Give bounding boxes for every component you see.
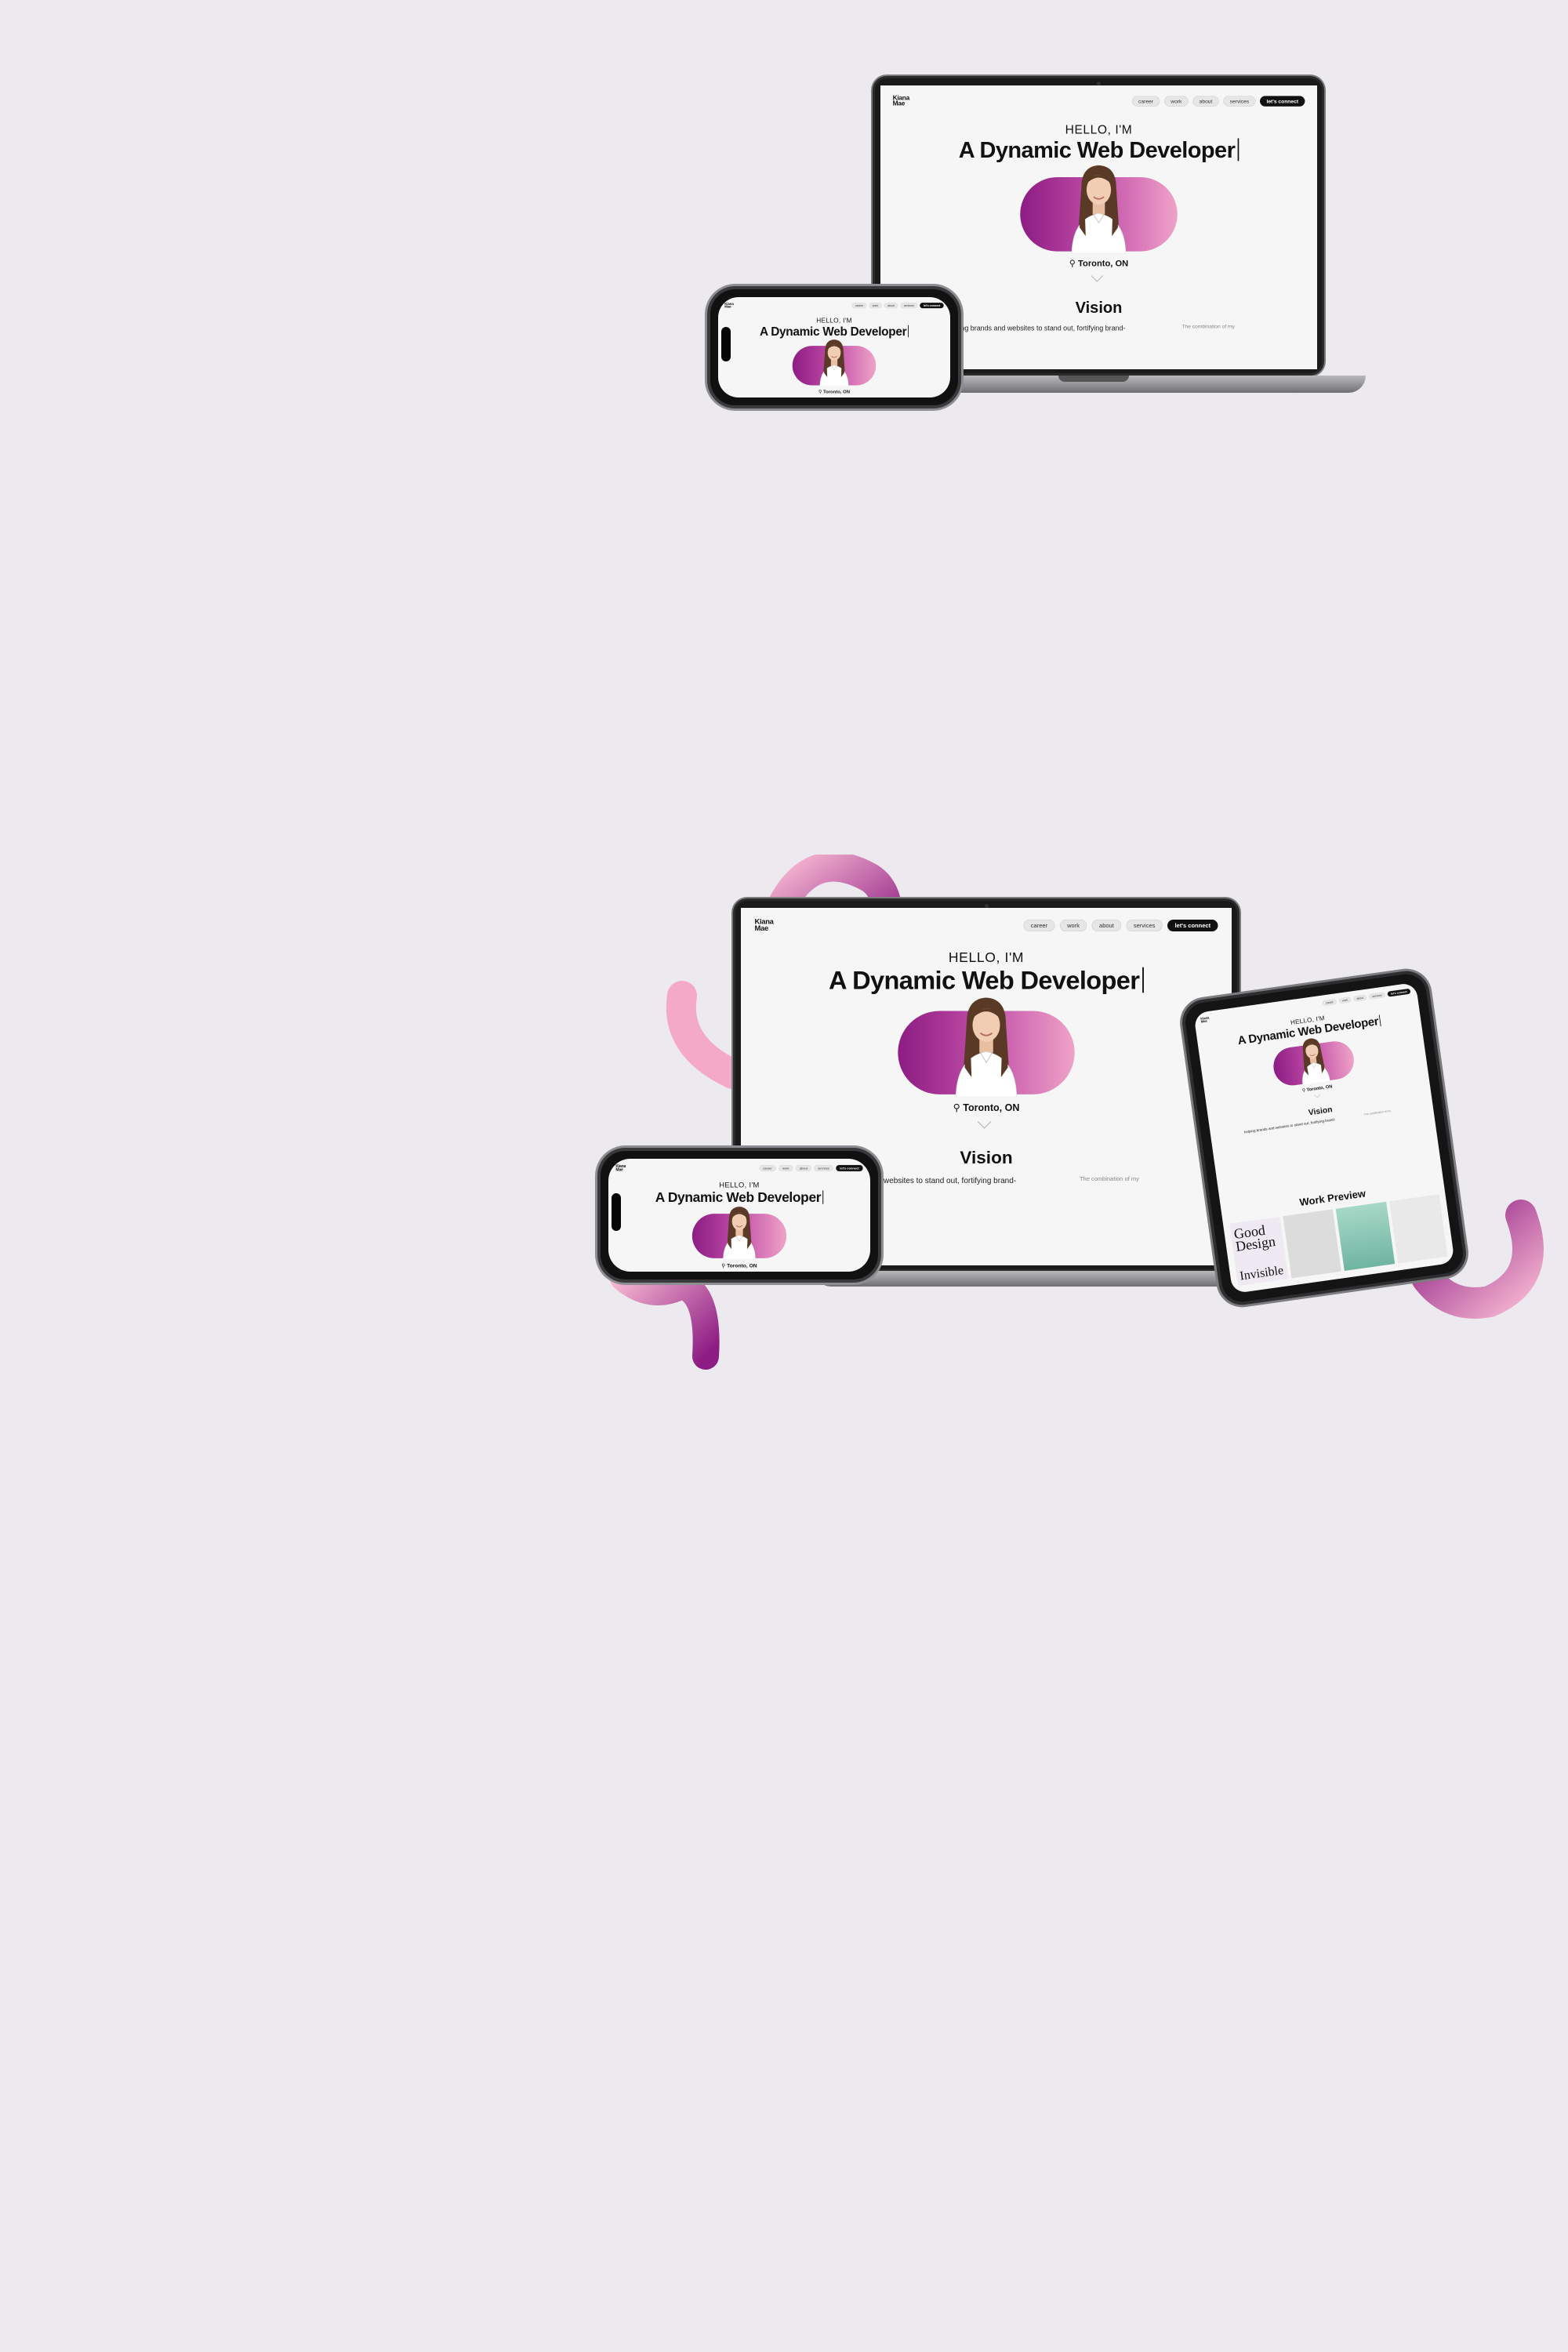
- site-logo[interactable]: Kiana Mae: [755, 918, 774, 932]
- typing-caret: [1378, 1014, 1381, 1027]
- hero-headline: A Dynamic Web Developer: [608, 1189, 870, 1205]
- location-label: ⚲ Toronto, ON: [953, 1102, 1020, 1114]
- lets-connect-button[interactable]: let's connect: [1260, 96, 1305, 107]
- location-label: ⚲ Toronto, ON: [721, 1262, 757, 1269]
- phone-dynamic-island: [612, 1193, 621, 1231]
- nav-services[interactable]: services: [900, 303, 918, 309]
- mockup-group-top: Kiana Mae career work about services let…: [0, 0, 1568, 470]
- nav-career[interactable]: career: [1322, 998, 1338, 1007]
- phone-dynamic-island: [721, 327, 731, 361]
- site-nav: career work about services let's connect: [1131, 96, 1305, 107]
- chevron-down-icon[interactable]: [977, 1115, 992, 1129]
- chevron-down-icon[interactable]: [829, 394, 837, 397]
- greeting: HELLO, I'M: [948, 949, 1025, 965]
- site-nav: career work about services let's connect: [1023, 920, 1218, 932]
- nav-career[interactable]: career: [1131, 96, 1160, 107]
- site-nav: career work about services let's connect: [759, 1165, 863, 1172]
- laptop-notch: [1058, 376, 1129, 382]
- hero-headline: A Dynamic Web Developer: [741, 966, 1232, 996]
- decorative-swoosh-left: [666, 981, 745, 1089]
- nav-services[interactable]: services: [1126, 920, 1163, 932]
- nav-services[interactable]: services: [814, 1165, 833, 1172]
- nav-career[interactable]: career: [1023, 920, 1055, 932]
- lets-connect-button[interactable]: let's connect: [1387, 988, 1411, 997]
- map-pin-icon: ⚲: [1069, 259, 1079, 269]
- hero-headline: A Dynamic Web Developer: [759, 325, 909, 339]
- portrait-image: [819, 339, 849, 387]
- website-page: Kiana Mae career work about services let…: [718, 297, 950, 397]
- chevron-down-icon[interactable]: [1091, 269, 1104, 282]
- site-logo[interactable]: Kiana Mae: [615, 1164, 626, 1171]
- lets-connect-button[interactable]: let's connect: [920, 303, 944, 309]
- map-pin-icon: ⚲: [721, 1262, 728, 1269]
- phone-device: Kiana Mae career work about services let…: [597, 1148, 881, 1283]
- nav-about[interactable]: about: [1352, 994, 1367, 1002]
- chevron-down-icon[interactable]: [1314, 1091, 1321, 1098]
- location-label: ⚲ Toronto, ON: [1069, 259, 1129, 269]
- greeting: HELLO, I'M: [719, 1181, 760, 1189]
- website-page: Kiana Mae career work about services let…: [608, 1159, 870, 1272]
- preview-card-3[interactable]: [1335, 1201, 1395, 1272]
- typing-caret: [1142, 967, 1144, 993]
- nav-work[interactable]: work: [1338, 996, 1352, 1004]
- nav-work[interactable]: work: [1163, 96, 1189, 107]
- site-logo[interactable]: Kiana Mae: [724, 302, 734, 308]
- phone-screen: Kiana Mae career work about services let…: [718, 297, 950, 397]
- greeting: HELLO, I'M: [816, 317, 852, 325]
- phone-screen: Kiana Mae career work about services let…: [608, 1159, 870, 1272]
- lets-connect-button[interactable]: let's connect: [836, 1165, 863, 1172]
- greeting: HELLO, I'M: [1065, 122, 1133, 136]
- location-label: ⚲ Toronto, ON: [818, 389, 851, 395]
- typing-caret: [1237, 138, 1240, 162]
- portrait-image: [1302, 1038, 1330, 1086]
- typing-caret: [822, 1190, 824, 1204]
- nav-work[interactable]: work: [779, 1165, 793, 1172]
- vision-side-text: The combination of my: [1181, 323, 1235, 330]
- typing-caret: [908, 325, 909, 338]
- nav-about[interactable]: about: [884, 303, 898, 309]
- portrait-image: [955, 997, 1018, 1098]
- nav-services[interactable]: services: [1223, 96, 1256, 107]
- preview-card-2[interactable]: [1282, 1209, 1341, 1279]
- nav-career[interactable]: career: [851, 303, 867, 309]
- tablet-screen: Kiana Mae career work about services let…: [1193, 982, 1455, 1294]
- vision-text: helping brands and websites to stand out…: [946, 325, 1126, 332]
- tablet-device: Kiana Mae career work about services let…: [1179, 967, 1469, 1308]
- site-logo[interactable]: Kiana Mae: [1200, 1016, 1210, 1024]
- preview-card-good-design[interactable]: Good Design Invisible: [1229, 1216, 1289, 1287]
- mockup-group-middle: Kiana Mae career work about services let…: [0, 823, 1568, 1372]
- nav-about[interactable]: about: [1091, 920, 1122, 932]
- portrait-image: [723, 1207, 756, 1260]
- nav-work[interactable]: work: [1059, 920, 1087, 932]
- preview-card-4[interactable]: [1388, 1194, 1448, 1264]
- hero-headline: A Dynamic Web Developer: [880, 137, 1317, 163]
- website-page: Kiana Mae career work about services let…: [1193, 982, 1434, 1147]
- map-pin-icon: ⚲: [953, 1102, 964, 1114]
- nav-about[interactable]: about: [1192, 96, 1219, 107]
- chevron-down-icon[interactable]: [734, 1269, 742, 1272]
- vision-side-text: The combination of my: [1363, 1109, 1392, 1116]
- nav-about[interactable]: about: [795, 1165, 811, 1172]
- vision-side-text: The combination of my: [1079, 1175, 1139, 1182]
- site-logo[interactable]: Kiana Mae: [893, 95, 910, 107]
- phone-device: Kiana Mae career work about services let…: [707, 286, 961, 408]
- nav-services[interactable]: services: [1368, 992, 1386, 1000]
- portrait-image: [1071, 165, 1127, 254]
- laptop-base: [815, 1271, 1254, 1287]
- lets-connect-button[interactable]: let's connect: [1167, 920, 1218, 932]
- nav-work[interactable]: work: [869, 303, 882, 309]
- site-nav: career work about services let's connect: [851, 303, 944, 309]
- nav-career[interactable]: career: [759, 1165, 776, 1172]
